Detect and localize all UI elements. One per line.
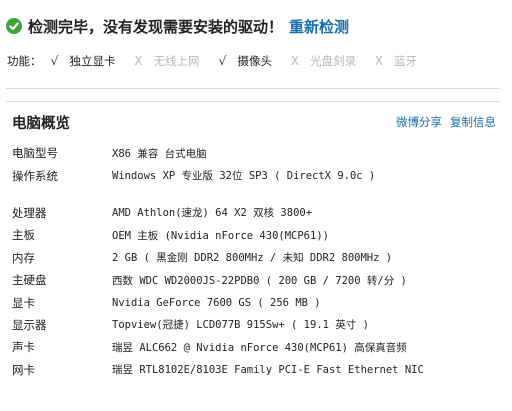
info-value: 西数 WDC WD2000JS-22PDB0 ( 200 GB / 7200 转…: [112, 274, 407, 287]
info-value: Windows XP 专业版 32位 SP3 ( DirectX 9.0c ): [112, 170, 376, 183]
weibo-share-link[interactable]: 微博分享: [396, 114, 442, 130]
overview-actions: 微博分享 复制信息: [396, 114, 496, 130]
info-row-model: 电脑型号 X86 兼容 台式电脑: [12, 142, 502, 164]
cross-mark-icon: X: [134, 54, 143, 68]
feature-bluetooth: X 蓝牙: [372, 53, 417, 69]
info-row-os: 操作系统 Windows XP 专业版 32位 SP3 ( DirectX 9.…: [12, 164, 502, 186]
feature-disc-burning: X 光盘刻录: [288, 53, 356, 69]
info-label: 电脑型号: [12, 146, 58, 161]
check-mark-icon: √: [218, 54, 227, 68]
info-label: 操作系统: [12, 168, 58, 183]
info-label: 内存: [12, 250, 35, 265]
rescan-link[interactable]: 重新检测: [289, 16, 349, 37]
row-spacer: [12, 187, 502, 202]
feature-name: 摄像头: [237, 54, 273, 68]
info-label: 显示器: [12, 317, 47, 332]
info-value: OEM 主板 (Nvidia nForce 430(MCP61)): [112, 229, 329, 242]
feature-label: 功能：: [7, 54, 42, 68]
info-label: 网卡: [12, 362, 35, 377]
cross-mark-icon: X: [290, 54, 300, 68]
feature-name: 无线上网: [153, 54, 200, 68]
info-value: X86 兼容 台式电脑: [112, 147, 207, 160]
feature-wireless: X 无线上网: [132, 53, 200, 69]
feature-name: 光盘刻录: [310, 54, 356, 68]
info-value: AMD Athlon(速龙) 64 X2 双核 3800+: [112, 207, 313, 220]
check-icon: [6, 18, 22, 34]
info-value: Nvidia GeForce 7600 GS ( 256 MB ): [112, 296, 321, 309]
info-value: 瑞昱 ALC662 @ Nvidia nForce 430(MCP61) 高保真…: [112, 341, 407, 354]
info-label: 显卡: [12, 295, 35, 310]
info-value: Topview(冠捷) LCD077B 915Sw+ ( 19.1 英寸 ): [112, 319, 369, 332]
info-row-gpu: 显卡 Nvidia GeForce 7600 GS ( 256 MB ): [12, 291, 502, 313]
info-row-sound: 声卡 瑞昱 ALC662 @ Nvidia nForce 430(MCP61) …: [12, 336, 502, 358]
feature-name: 独立显卡: [69, 54, 116, 68]
info-value: 2 GB ( 黑金刚 DDR2 800MHz / 未知 DDR2 800MHz …: [112, 252, 393, 265]
info-row-network: 网卡 瑞昱 RTL8102E/8103E Family PCI-E Fast E…: [12, 359, 502, 381]
scan-status-text: 检测完毕，没有发现需要安装的驱动！: [28, 17, 284, 36]
info-row-monitor: 显示器 Topview(冠捷) LCD077B 915Sw+ ( 19.1 英寸…: [12, 314, 502, 336]
info-row-motherboard: 主板 OEM 主板 (Nvidia nForce 430(MCP61)): [12, 224, 502, 246]
feature-camera: √ 摄像头: [216, 53, 273, 69]
scan-status-header: 检测完毕，没有发现需要安装的驱动！ 重新检测: [6, 14, 349, 38]
info-label: 处理器: [12, 205, 47, 220]
feature-discrete-gpu: √ 独立显卡: [48, 53, 116, 69]
check-mark-icon: √: [50, 54, 59, 68]
cross-mark-icon: X: [374, 54, 384, 68]
section-divider: [6, 88, 500, 89]
overview-table: 电脑型号 X86 兼容 台式电脑 操作系统 Windows XP 专业版 32位…: [12, 142, 502, 381]
overview-title: 电脑概览: [12, 116, 70, 132]
info-label: 主板: [12, 228, 35, 243]
info-label: 声卡: [12, 340, 35, 355]
section-divider: [6, 101, 500, 102]
info-row-memory: 内存 2 GB ( 黑金刚 DDR2 800MHz / 未知 DDR2 800M…: [12, 247, 502, 269]
feature-name: 蓝牙: [394, 54, 417, 68]
info-row-cpu: 处理器 AMD Athlon(速龙) 64 X2 双核 3800+: [12, 202, 502, 224]
copy-info-link[interactable]: 复制信息: [450, 114, 496, 130]
info-row-hdd: 主硬盘 西数 WDC WD2000JS-22PDB0 ( 200 GB / 72…: [12, 269, 502, 291]
info-label: 主硬盘: [12, 273, 47, 288]
feature-list: 功能： √ 独立显卡 X 无线上网 √ 摄像头 X 光盘刻录 X 蓝牙: [7, 52, 433, 70]
info-value: 瑞昱 RTL8102E/8103E Family PCI-E Fast Ethe…: [112, 364, 424, 377]
